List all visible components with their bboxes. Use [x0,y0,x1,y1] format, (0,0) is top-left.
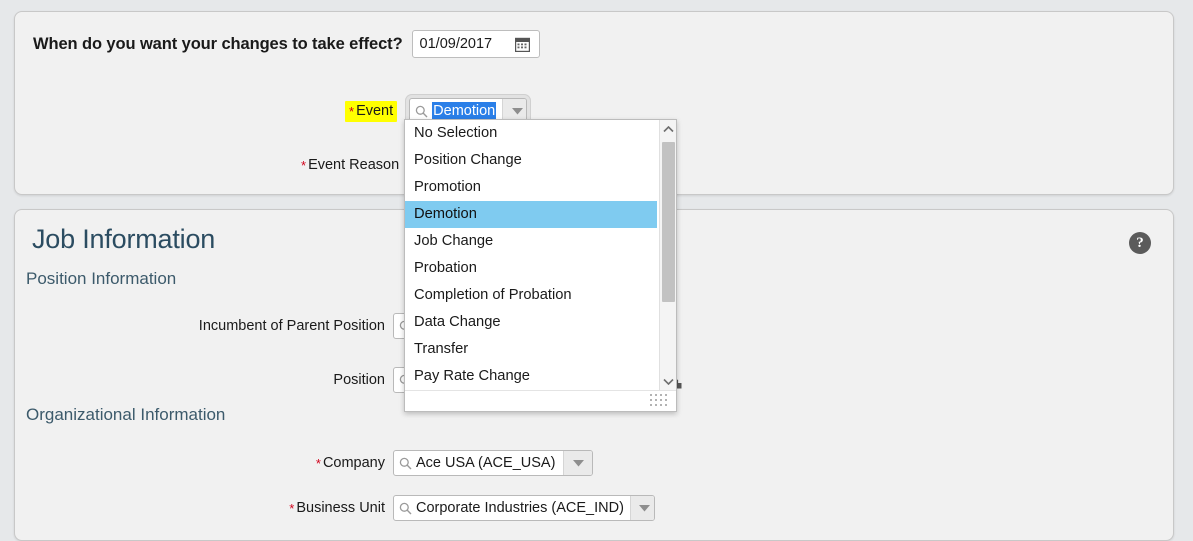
effective-date-value[interactable]: 01/09/2017 [413,36,512,52]
dropdown-option[interactable]: Transfer [405,336,657,363]
event-reason-label-text: Event Reason [308,157,400,173]
company-label: * Company [195,455,385,471]
page-title: Job Information [32,224,216,254]
incumbent-of-parent-position-label: Incumbent of Parent Position [195,318,385,334]
chevron-down-icon[interactable] [629,496,654,520]
event-label-highlighted: * Event [345,100,398,122]
position-label-text: Position [333,372,385,388]
event-input-value[interactable]: Demotion [432,101,497,121]
chevron-up-icon[interactable] [660,120,676,138]
effective-date-row: When do you want your changes to take ef… [33,30,540,58]
event-reason-label: * Event Reason [301,157,399,173]
business-unit-label: * Business Unit [195,500,385,516]
position-label: Position [195,372,385,388]
event-dropdown-popup[interactable]: No Selection Position Change Promotion Demo… [404,119,677,412]
dropdown-option[interactable]: Data Change [405,309,657,336]
dropdown-option[interactable]: No Selection [405,120,657,147]
help-icon[interactable]: ? [1129,232,1151,254]
dropdown-option[interactable]: Demotion [405,201,657,228]
business-unit-input[interactable]: Corporate Industries (ACE_IND) [416,496,630,520]
business-unit-combobox[interactable]: Corporate Industries (ACE_IND) [393,495,655,521]
dropdown-option[interactable]: Completion of Probation [405,282,657,309]
company-input[interactable]: Ace USA (ACE_USA) [416,451,563,475]
dropdown-option[interactable]: Job Change [405,228,657,255]
required-asterisk: * [301,158,307,173]
dropdown-option[interactable]: Position Change [405,147,657,174]
required-asterisk: * [349,103,355,119]
dropdown-option[interactable]: Promotion [405,174,657,201]
event-label-text: Event [356,102,394,119]
position-information-heading: Position Information [26,269,177,288]
business-unit-row: * Business Unit Corporate Industries (ACE… [195,495,655,521]
dropdown-option[interactable]: Pay Rate Change [405,363,657,390]
resize-grip-icon[interactable] [650,394,672,408]
search-icon [394,451,416,475]
company-control[interactable]: Ace USA (ACE_USA) [393,450,593,476]
search-icon [394,496,416,520]
business-unit-label-text: Business Unit [296,500,385,516]
company-row: * Company Ace USA (ACE_USA) [195,450,593,476]
chevron-down-icon[interactable] [563,451,592,475]
required-asterisk: * [315,456,321,471]
dropdown-scrollbar-thumb[interactable] [662,142,675,302]
chevron-down-icon[interactable] [660,372,676,390]
required-asterisk: * [289,501,295,516]
effective-date-field[interactable]: 01/09/2017 [411,30,540,58]
business-unit-control[interactable]: Corporate Industries (ACE_IND) [393,495,655,521]
dropdown-resize-bar[interactable] [405,390,676,411]
calendar-icon[interactable] [512,37,534,52]
incumbent-of-parent-position-label-text: Incumbent of Parent Position [198,318,385,334]
dropdown-option[interactable]: Probation [405,255,657,282]
company-label-text: Company [322,455,385,471]
organizational-information-heading: Organizational Information [26,405,226,424]
effective-date-question: When do you want your changes to take ef… [33,34,403,53]
company-combobox[interactable]: Ace USA (ACE_USA) [393,450,593,476]
dropdown-scrollbar[interactable] [659,120,676,390]
event-dropdown-list[interactable]: No Selection Position Change Promotion Demo… [405,120,676,390]
